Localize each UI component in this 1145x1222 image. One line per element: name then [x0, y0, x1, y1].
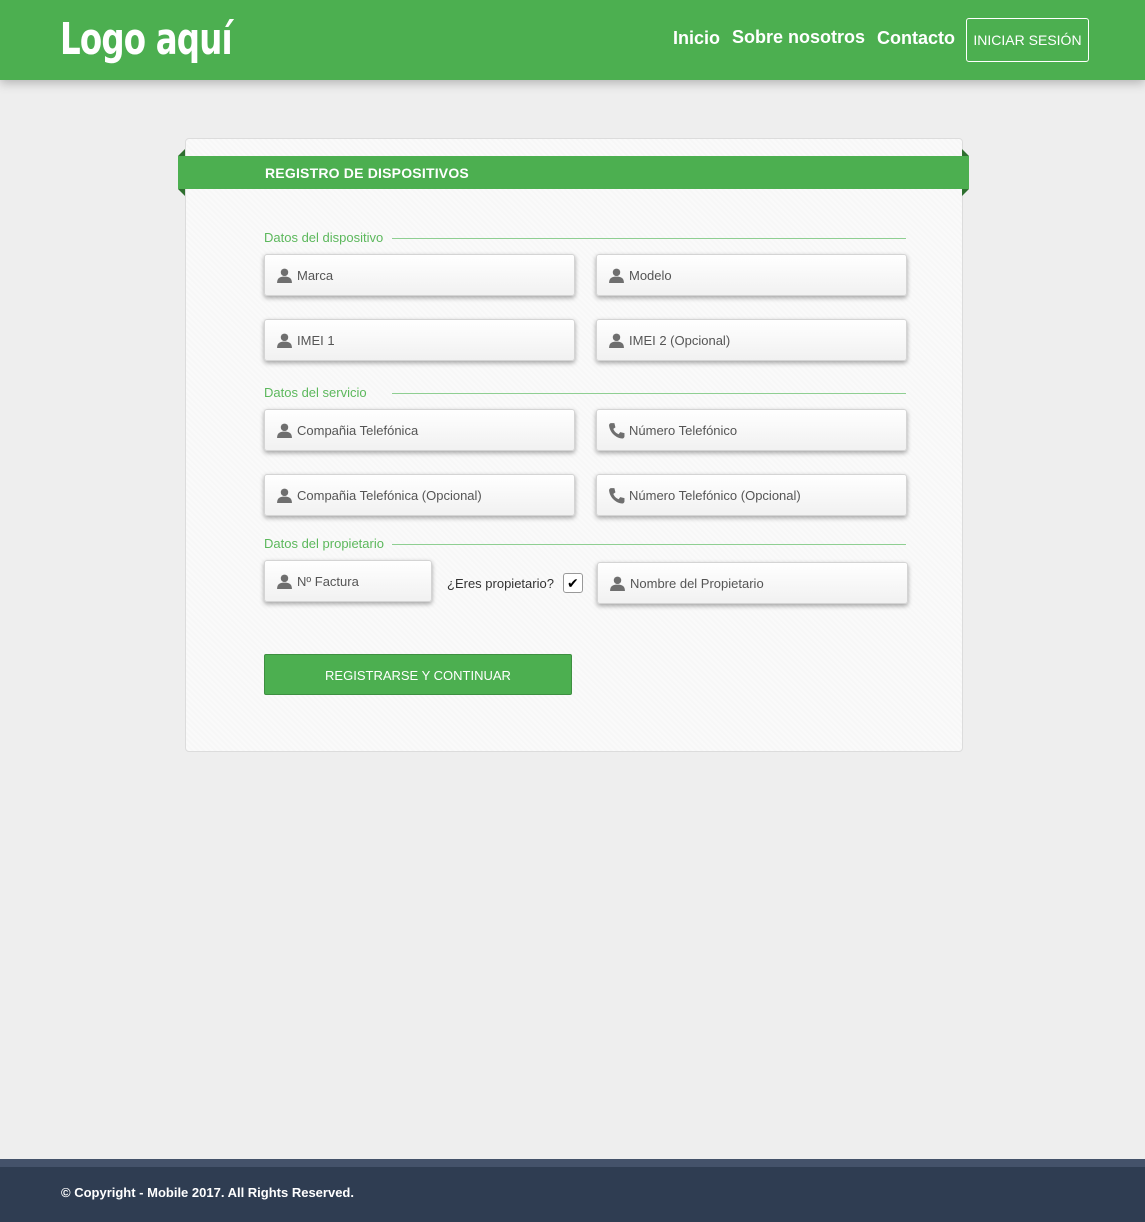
person-icon: [277, 333, 292, 348]
section-legend-service: Datos del servicio: [264, 385, 367, 400]
company-input[interactable]: Compañia Telefónica: [264, 409, 575, 451]
company2-placeholder: Compañia Telefónica (Opcional): [297, 488, 482, 503]
top-navbar: Logo aquí Inicio Sobre nosotros Contacto…: [0, 0, 1145, 80]
ribbon-fold-left: [178, 189, 185, 196]
owner-name-input[interactable]: Nombre del Propietario: [597, 562, 908, 604]
login-button[interactable]: INICIAR SESIÓN: [966, 18, 1089, 62]
imei1-placeholder: IMEI 1: [297, 333, 335, 348]
copyright-text: © Copyright - Mobile 2017. All Rights Re…: [61, 1185, 354, 1200]
nav-link-contacto[interactable]: Contacto: [877, 28, 955, 49]
owner-name-placeholder: Nombre del Propietario: [630, 576, 764, 591]
modelo-input[interactable]: Modelo: [596, 254, 907, 296]
nav-link-sobre-nosotros[interactable]: Sobre nosotros: [732, 27, 865, 48]
section-divider: [392, 238, 906, 239]
ribbon-fold-left-top: [178, 149, 185, 156]
company-placeholder: Compañia Telefónica: [297, 423, 419, 438]
nav-link-inicio[interactable]: Inicio: [673, 28, 720, 49]
marca-input[interactable]: Marca: [264, 254, 575, 296]
person-icon: [610, 576, 625, 591]
imei2-input[interactable]: IMEI 2 (Opcional): [596, 319, 907, 361]
imei2-placeholder: IMEI 2 (Opcional): [629, 333, 731, 348]
phone-icon: [609, 423, 625, 439]
phone-input[interactable]: Número Telefónico: [596, 409, 907, 451]
section-legend-device: Datos del dispositivo: [264, 230, 384, 245]
section-divider: [392, 393, 906, 394]
ribbon-fold-right: [962, 189, 969, 196]
form-title: REGISTRO DE DISPOSITIVOS: [265, 165, 469, 181]
person-icon: [609, 333, 624, 348]
person-icon: [277, 488, 292, 503]
phone-placeholder: Número Telefónico: [629, 423, 738, 438]
person-icon: [609, 268, 624, 283]
person-icon: [277, 423, 292, 438]
person-icon: [277, 268, 292, 283]
marca-placeholder: Marca: [297, 268, 334, 283]
person-icon: [277, 574, 292, 589]
logo[interactable]: Logo aquí: [60, 14, 233, 66]
imei1-input[interactable]: IMEI 1: [264, 319, 575, 361]
footer-strip: [0, 1159, 1145, 1167]
section-legend-owner: Datos del propietario: [264, 536, 384, 551]
phone2-input[interactable]: Número Telefónico (Opcional): [596, 474, 907, 516]
footer: © Copyright - Mobile 2017. All Rights Re…: [0, 1159, 1145, 1222]
owner-question-label: ¿Eres propietario?: [447, 576, 554, 591]
phone2-placeholder: Número Telefónico (Opcional): [629, 488, 801, 503]
owner-checkbox[interactable]: ✔: [563, 573, 583, 593]
register-continue-button[interactable]: REGISTRARSE Y CONTINUAR: [264, 654, 572, 695]
phone-icon: [609, 488, 625, 504]
invoice-placeholder: Nº Factura: [297, 574, 359, 589]
invoice-input[interactable]: Nº Factura: [264, 560, 432, 602]
ribbon-fold-right-top: [962, 149, 969, 156]
checkmark-icon: ✔: [567, 575, 579, 591]
company2-input[interactable]: Compañia Telefónica (Opcional): [264, 474, 575, 516]
modelo-placeholder: Modelo: [629, 268, 672, 283]
section-divider: [392, 544, 906, 545]
